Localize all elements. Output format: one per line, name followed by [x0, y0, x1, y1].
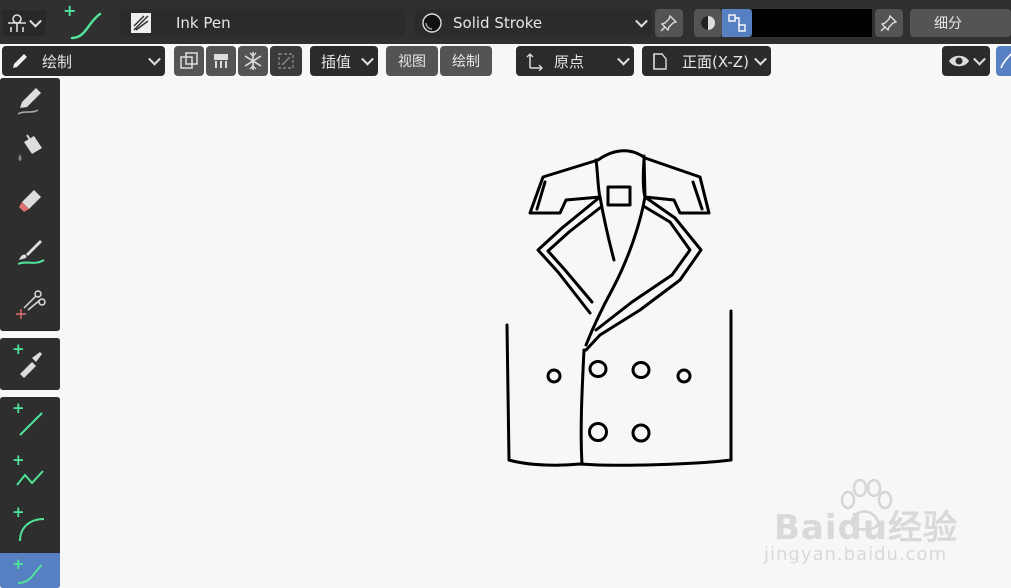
overlay-visibility-button[interactable] — [942, 46, 990, 76]
origin-label: 原点 — [554, 52, 585, 71]
material-selector[interactable]: Solid Stroke — [415, 9, 652, 37]
add-icon: + — [12, 340, 25, 358]
lock-option-button[interactable] — [238, 46, 268, 76]
curve-overlay-icon — [1000, 53, 1011, 69]
ink-pen-icon — [131, 13, 151, 33]
tint-tool[interactable] — [0, 226, 60, 278]
layers-frame-icon — [180, 52, 198, 69]
material-nodes-icon — [728, 14, 746, 32]
coat-hem — [507, 458, 733, 467]
mode-label: 绘制 — [42, 52, 73, 71]
fill-option-button[interactable] — [206, 46, 236, 76]
coat-left-side — [505, 323, 511, 462]
tool-group-main — [0, 78, 60, 331]
overlay-toggle-button[interactable] — [996, 46, 1011, 76]
collar-right-inner — [691, 180, 704, 211]
draw-menu[interactable]: 绘制 — [440, 46, 492, 76]
chevron-down-icon — [148, 52, 161, 66]
watermark-url: jingyan.baidu.com — [764, 544, 948, 565]
cutter-tool[interactable] — [0, 278, 60, 330]
bounds-option-button[interactable] — [270, 46, 302, 76]
multiframe-button[interactable] — [174, 46, 204, 76]
vertex-color-icon — [701, 16, 715, 30]
viewport-canvas[interactable]: Baidu经验 jingyan.baidu.com — [60, 78, 1011, 588]
pencil-icon — [17, 87, 41, 115]
snowflake-icon — [244, 52, 262, 70]
add-icon: + — [12, 503, 25, 521]
chevron-down-icon — [361, 52, 374, 66]
material-sphere-icon — [422, 13, 442, 33]
origin-selector[interactable]: 原点 — [516, 46, 634, 76]
add-icon: + — [12, 399, 25, 417]
coat-button — [631, 361, 651, 379]
add-icon: + — [12, 555, 25, 573]
chevron-down-icon — [617, 52, 630, 66]
coat-button — [588, 360, 608, 378]
interpolate-label: 插值 — [321, 52, 352, 71]
editor-type-button[interactable] — [2, 10, 46, 36]
interpolate-menu[interactable]: 插值 — [310, 46, 378, 76]
tool-group-primitives: + + + + — [0, 397, 60, 588]
material-name: Solid Stroke — [453, 14, 543, 32]
tool-settings-bar: 绘制 插值 视图 绘制 原点 正面(X-Z) — [0, 44, 1011, 78]
tool-group-sample: + — [0, 338, 60, 390]
grease-pencil-object-icon — [8, 14, 26, 32]
header-bar: + Ink Pen Solid Stroke 细分 — [0, 0, 1011, 44]
curve-stroke-icon: + — [63, 1, 102, 40]
chevron-down-icon — [973, 52, 986, 66]
fill-tool[interactable] — [0, 122, 60, 174]
coat-button — [546, 368, 562, 384]
coat-button — [631, 423, 651, 443]
erase-tool[interactable] — [0, 174, 60, 226]
draw-label: 绘制 — [452, 54, 480, 70]
view-label: 视图 — [398, 54, 426, 70]
chevron-down-icon — [754, 52, 767, 66]
brush-name: Ink Pen — [176, 14, 231, 32]
active-brush-preview[interactable]: + — [60, 1, 106, 42]
paint-bucket-icon — [18, 133, 42, 161]
pencil-icon — [13, 54, 27, 68]
pin-icon — [660, 14, 678, 32]
chevron-down-icon — [635, 14, 648, 28]
pin-icon — [880, 14, 898, 32]
snap-bounds-icon — [278, 53, 294, 69]
watermark-brand: Baidu经验 — [774, 508, 959, 548]
origin-axis-icon — [526, 53, 543, 71]
arc-tool[interactable]: + — [0, 501, 60, 553]
subdivide-label: 细分 — [934, 16, 962, 32]
chevron-down-icon — [29, 14, 42, 28]
brush-tint-icon — [17, 239, 45, 265]
color-mode-button[interactable] — [694, 9, 722, 37]
svg-text:+: + — [63, 2, 76, 20]
color-swatch[interactable] — [752, 9, 872, 37]
view-menu[interactable]: 视图 — [386, 46, 438, 76]
draw-tool[interactable] — [0, 78, 60, 122]
brush-selector[interactable]: Ink Pen — [120, 9, 405, 37]
add-icon: + — [12, 451, 25, 469]
line-tool[interactable]: + — [0, 397, 60, 449]
plane-label: 正面(X-Z) — [682, 52, 749, 71]
neck-tag — [606, 185, 632, 207]
stroke-clip-icon — [214, 54, 228, 68]
eye-icon — [949, 55, 969, 67]
coat-button — [676, 368, 692, 384]
scissors-icon — [16, 290, 46, 319]
pin-color-button[interactable] — [875, 9, 903, 37]
polyline-tool[interactable]: + — [0, 449, 60, 501]
eyedropper-tool[interactable]: + — [0, 338, 60, 390]
pin-material-button[interactable] — [655, 9, 683, 37]
coat-button — [588, 422, 608, 442]
front-plane-icon — [653, 53, 667, 70]
curve-tool[interactable]: + — [0, 553, 60, 588]
coat-placket — [579, 348, 586, 466]
subdivide-button[interactable]: 细分 — [910, 9, 1011, 37]
mode-selector[interactable]: 绘制 — [2, 46, 165, 76]
eraser-icon — [19, 189, 41, 212]
plane-selector[interactable]: 正面(X-Z) — [642, 46, 771, 76]
material-color-button[interactable] — [722, 9, 752, 37]
